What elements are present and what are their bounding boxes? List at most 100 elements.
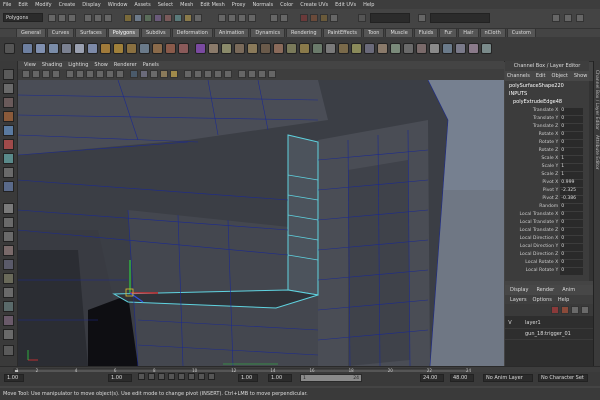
cut-faces-icon[interactable]: [364, 43, 375, 54]
snap-curve-icon[interactable]: [228, 14, 236, 22]
quick-select-field[interactable]: [370, 13, 410, 23]
scale-tool-icon[interactable]: [3, 139, 14, 150]
automatic-map-icon[interactable]: [468, 43, 479, 54]
attribute-name[interactable]: Local Translate X: [505, 212, 560, 219]
channel-attribute-row[interactable]: Local Translate Z0: [505, 228, 583, 235]
attribute-name[interactable]: Pivot Y: [505, 188, 560, 195]
cylindrical-map-icon[interactable]: [442, 43, 453, 54]
layout-script-icon[interactable]: [3, 301, 14, 312]
attribute-value-field[interactable]: 0: [560, 268, 583, 275]
shelf-options-icon[interactable]: [4, 43, 15, 54]
move-tool-icon[interactable]: [3, 111, 14, 122]
channel-attribute-row[interactable]: Pivot X 0.999: [505, 180, 583, 187]
channel-box-tab-channels[interactable]: Channels: [507, 73, 530, 79]
layer-name[interactable]: gun_18:trigger_01: [525, 331, 571, 337]
layout-uv-icon[interactable]: [3, 315, 14, 326]
attribute-value-field[interactable]: 0: [560, 260, 583, 267]
attribute-editor-icon[interactable]: [552, 14, 560, 22]
channel-attribute-row[interactable]: Local Translate X0: [505, 212, 583, 219]
attribute-name[interactable]: Local Direction Y: [505, 244, 560, 251]
attribute-value-field[interactable]: 0: [560, 204, 583, 211]
attribute-value-field[interactable]: 1: [560, 172, 583, 179]
layer-menu-layers[interactable]: Layers: [510, 297, 527, 303]
attribute-value-field[interactable]: -2.325: [560, 188, 583, 195]
new-layer-selected-icon[interactable]: [561, 306, 569, 314]
panel-menu-show[interactable]: Show: [94, 62, 108, 68]
layout-extra-icon[interactable]: [3, 345, 14, 356]
menu-create[interactable]: Create: [59, 2, 76, 8]
playback-start-field[interactable]: 1.00: [268, 374, 292, 382]
poly-cube-icon[interactable]: [35, 43, 46, 54]
xray-joints-icon[interactable]: [258, 70, 266, 78]
menu-select[interactable]: Select: [158, 2, 173, 8]
combine-icon[interactable]: [100, 43, 111, 54]
channel-attribute-row[interactable]: Translate Z0: [505, 124, 583, 131]
mask-deform-icon[interactable]: [164, 14, 172, 22]
mask-misc-icon[interactable]: [194, 14, 202, 22]
camera-attributes-icon[interactable]: [32, 70, 40, 78]
layer-tab-anim[interactable]: Anim: [562, 287, 575, 293]
merge-icon[interactable]: [286, 43, 297, 54]
snap-grid-icon[interactable]: [218, 14, 226, 22]
resolution-gate-icon[interactable]: [86, 70, 94, 78]
layer-name[interactable]: layer1: [525, 320, 541, 326]
last-tool-icon[interactable]: [3, 181, 14, 192]
textured-icon[interactable]: [160, 70, 168, 78]
bevel-icon[interactable]: [247, 43, 258, 54]
toggle-sidebar-icon[interactable]: [418, 14, 426, 22]
shape-node-name[interactable]: polySurfaceShape220: [509, 83, 564, 89]
layer-row[interactable]: gun_18:trigger_01: [505, 329, 593, 340]
select-tool-icon[interactable]: [3, 69, 14, 80]
triangulate-icon[interactable]: [312, 43, 323, 54]
backface-culling-icon[interactable]: [268, 70, 276, 78]
paint-select-icon[interactable]: [3, 97, 14, 108]
attribute-name[interactable]: Random: [505, 204, 560, 211]
channel-box-tab-object[interactable]: Object: [552, 73, 568, 79]
channel-attribute-row[interactable]: Local Direction Z0: [505, 252, 583, 259]
snap-plane-icon[interactable]: [248, 14, 256, 22]
go-to-start-icon[interactable]: [138, 373, 145, 380]
reduce-icon[interactable]: [390, 43, 401, 54]
cleanup-icon[interactable]: [403, 43, 414, 54]
new-scene-icon[interactable]: [48, 14, 56, 22]
render-settings-icon[interactable]: [330, 14, 338, 22]
play-forwards-icon[interactable]: [178, 373, 185, 380]
channel-attribute-row[interactable]: Local Rotate Y0: [505, 268, 583, 275]
attribute-name[interactable]: Local Rotate Y: [505, 268, 560, 275]
attribute-name[interactable]: Local Rotate X: [505, 260, 560, 267]
attribute-name[interactable]: Local Translate Z: [505, 228, 560, 235]
channel-box-tab-show[interactable]: Show: [574, 73, 588, 79]
grid-toggle-icon[interactable]: [66, 70, 74, 78]
end-time-field[interactable]: 24.00: [420, 374, 444, 382]
current-frame-field[interactable]: 1.00: [238, 374, 258, 382]
viewport-scene[interactable]: [18, 80, 504, 366]
channel-attribute-row[interactable]: Scale Y1: [505, 164, 583, 171]
layout-render-icon[interactable]: [3, 287, 14, 298]
panel-menu-renderer[interactable]: Renderer: [114, 62, 137, 68]
attribute-value-field[interactable]: 0.999: [560, 180, 583, 187]
panel-menu-panels[interactable]: Panels: [143, 62, 159, 68]
command-input[interactable]: [430, 13, 490, 23]
channel-attribute-row[interactable]: Translate X0: [505, 108, 583, 115]
step-forward-key-icon[interactable]: [198, 373, 205, 380]
menu-display[interactable]: Display: [82, 2, 100, 8]
bookmarks-icon[interactable]: [42, 70, 50, 78]
wedge-icon[interactable]: [338, 43, 349, 54]
attribute-value-field[interactable]: 0: [560, 124, 583, 131]
history-icon[interactable]: [270, 14, 278, 22]
attribute-value-field[interactable]: 0: [560, 108, 583, 115]
safe-action-icon[interactable]: [116, 70, 124, 78]
range-start-field[interactable]: 1.00: [4, 374, 24, 382]
channel-box-icon[interactable]: [576, 14, 584, 22]
attribute-name[interactable]: Rotate X: [505, 132, 560, 139]
range-end-field[interactable]: 48.00: [450, 374, 474, 382]
attribute-value-field[interactable]: 0: [560, 228, 583, 235]
attribute-value-field[interactable]: 0: [560, 148, 583, 155]
mask-dynamics-icon[interactable]: [174, 14, 182, 22]
layer-visibility-toggle[interactable]: V: [505, 320, 515, 326]
field-chart-icon[interactable]: [106, 70, 114, 78]
spherical-map-icon[interactable]: [455, 43, 466, 54]
history-node-name[interactable]: polyExtrudeEdge48: [513, 99, 562, 105]
channel-box-tab-edit[interactable]: Edit: [536, 73, 546, 79]
isolate-select-icon[interactable]: [238, 70, 246, 78]
